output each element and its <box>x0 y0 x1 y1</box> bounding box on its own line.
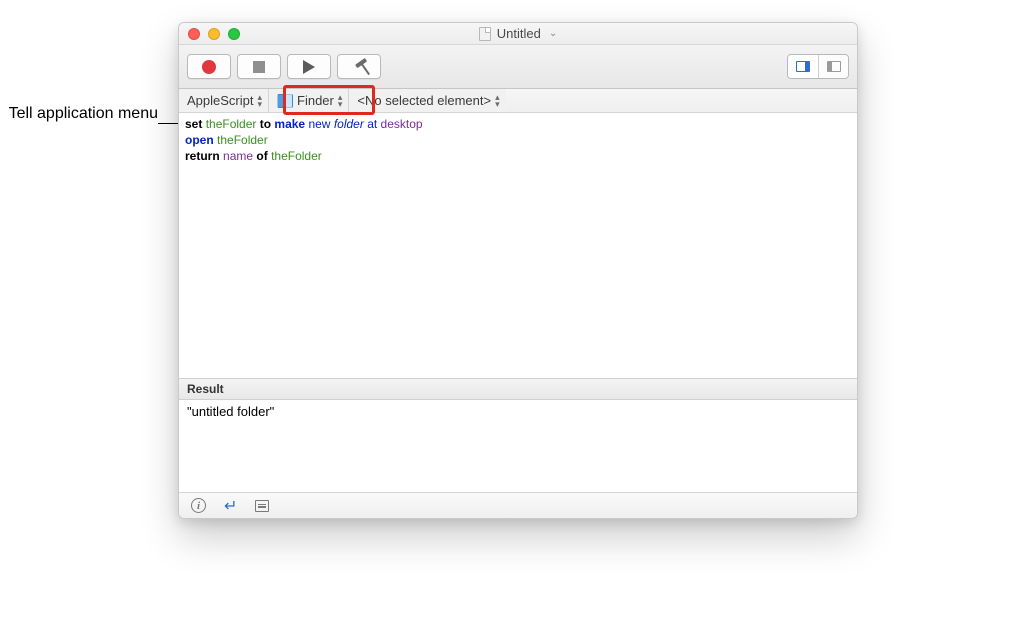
document-icon <box>479 27 491 41</box>
finder-icon <box>277 94 293 108</box>
result-button[interactable]: ↵ <box>224 496 237 516</box>
language-menu[interactable]: AppleScript <box>179 89 269 112</box>
target-label: Finder <box>297 93 334 108</box>
tell-application-menu[interactable]: Finder <box>269 89 349 112</box>
show-left-panel-button[interactable] <box>818 55 848 78</box>
compile-button[interactable] <box>337 54 381 79</box>
toolbar-group-run <box>187 54 381 79</box>
script-editor-textarea[interactable]: set theFolder to make new folder at desk… <box>179 113 857 378</box>
element-menu[interactable]: <No selected element> <box>349 89 505 112</box>
window-title: Untitled ⌄ <box>179 26 857 41</box>
chevron-down-icon: ⌄ <box>549 28 557 39</box>
minimize-button[interactable] <box>208 28 220 40</box>
stop-icon <box>253 61 265 73</box>
play-icon <box>303 60 315 74</box>
show-right-panel-button[interactable] <box>788 55 818 78</box>
description-button[interactable]: i <box>191 498 206 513</box>
result-header: Result <box>179 378 857 400</box>
code-line: set theFolder to make new folder at desk… <box>185 116 851 132</box>
log-button[interactable] <box>255 500 269 512</box>
zoom-button[interactable] <box>228 28 240 40</box>
result-pane[interactable]: "untitled folder" <box>179 400 857 492</box>
record-button[interactable] <box>187 54 231 79</box>
result-value: "untitled folder" <box>187 404 274 419</box>
panel-right-icon <box>796 61 810 72</box>
updown-icon <box>338 94 341 108</box>
record-icon <box>202 60 216 74</box>
annotation-label: Tell application menu <box>0 104 158 125</box>
code-line: return name of theFolder <box>185 148 851 164</box>
stop-button[interactable] <box>237 54 281 79</box>
close-button[interactable] <box>188 28 200 40</box>
run-button[interactable] <box>287 54 331 79</box>
code-line: open theFolder <box>185 132 851 148</box>
titlebar: Untitled ⌄ <box>179 23 857 45</box>
navigation-bar: AppleScript Finder <No selected element> <box>179 89 857 113</box>
window-controls <box>179 28 240 40</box>
element-label: <No selected element> <box>357 93 491 108</box>
updown-icon <box>257 94 260 108</box>
language-label: AppleScript <box>187 93 253 108</box>
window-title-text: Untitled <box>497 26 541 41</box>
toolbar <box>179 45 857 89</box>
script-editor-window: Untitled ⌄ AppleScript Finder <box>178 22 858 519</box>
updown-icon <box>495 94 498 108</box>
view-segmented-control <box>787 54 849 79</box>
status-bar: i ↵ <box>179 492 857 518</box>
panel-left-icon <box>827 61 841 72</box>
